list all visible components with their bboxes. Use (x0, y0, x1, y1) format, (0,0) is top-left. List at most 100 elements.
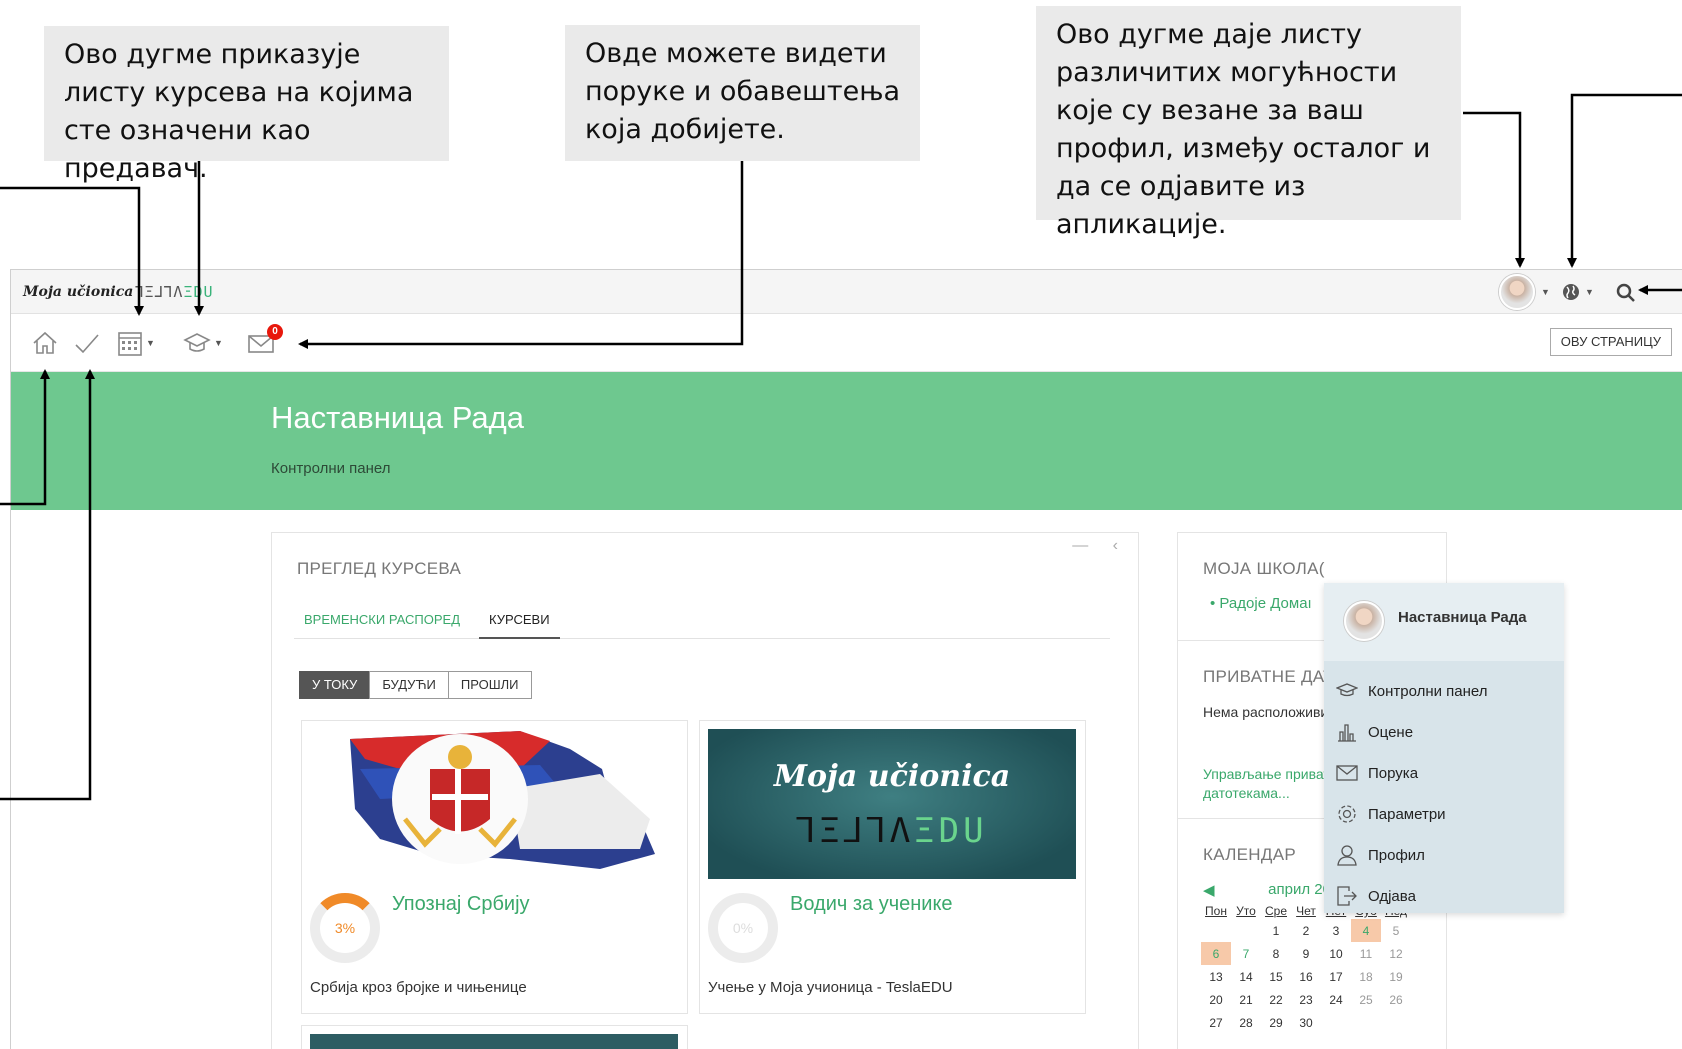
tab-timeline[interactable]: ВРЕМЕНСКИ РАСПОРЕД (294, 601, 470, 639)
calendar-day[interactable]: 24 (1321, 988, 1351, 1011)
course-title[interactable]: Водич за ученике (790, 893, 953, 916)
customize-page-button[interactable]: ОВУ СТРАНИЦУ (1549, 328, 1672, 356)
menu-item-preferences[interactable]: Параметри (1334, 799, 1446, 829)
banner-tesla-text: ꓶΞ⅃ꓶΛ (796, 811, 915, 851)
course-card[interactable] (301, 1025, 688, 1049)
gear-icon (1334, 803, 1360, 825)
calendar-day[interactable]: 15 (1261, 965, 1291, 988)
course-description: Учење у Моја учионица - TeslaEDU (708, 979, 953, 996)
calendar-day[interactable]: 12 (1381, 942, 1411, 965)
logo-moja-text: Moja učionica (23, 284, 134, 300)
page-title: Наставница Рада (271, 400, 524, 435)
search-icon (1616, 283, 1635, 302)
calendar-menu-button[interactable]: ▼ (117, 328, 155, 358)
menu-item-label: Оцене (1368, 723, 1414, 741)
arrow-language-menu (1567, 93, 1682, 268)
menu-item-grades[interactable]: Оцене (1334, 717, 1413, 747)
calendar-day-today[interactable]: 4 (1351, 919, 1381, 942)
calendar-day[interactable]: 2 (1291, 919, 1321, 942)
callout-messages: Овде можете видети поруке и обавештења к… (565, 25, 920, 161)
calendar-day[interactable]: 17 (1321, 965, 1351, 988)
weekday-header: Чет (1296, 904, 1316, 918)
calendar-day[interactable] (1381, 1011, 1411, 1034)
calendar-day[interactable]: 23 (1291, 988, 1321, 1011)
dashboard-check-button[interactable] (73, 328, 101, 358)
school-link[interactable]: • Радоје Домаı (1210, 595, 1312, 612)
banner-text: Moja učionica (773, 759, 1011, 794)
course-card[interactable]: Moja učionica ꓶΞ⅃ꓶΛΞDU 0% Водич за учени… (699, 720, 1086, 1014)
user-icon (1334, 844, 1360, 866)
calendar-day[interactable]: 10 (1321, 942, 1351, 965)
language-menu-toggle[interactable]: ▼ (1561, 282, 1594, 302)
course-overview-block: — ‹ ПРЕГЛЕД КУРСЕВА ВРЕМЕНСКИ РАСПОРЕД К… (271, 532, 1139, 1049)
calendar-day[interactable]: 21 (1231, 988, 1261, 1011)
my-courses-menu-button[interactable]: ▼ (183, 328, 223, 358)
calendar-day[interactable]: 16 (1291, 965, 1321, 988)
site-logo[interactable]: Moja učionica ꓶΞ⅃ꓶΛ ΞDU (23, 280, 214, 304)
calendar-day[interactable]: 22 (1261, 988, 1291, 1011)
calendar-day[interactable] (1351, 1011, 1381, 1034)
course-card[interactable]: 3% Упознај Србију Србија кроз бројке и ч… (301, 720, 688, 1014)
user-menu-toggle[interactable]: ▼ (1499, 274, 1550, 310)
calendar-day-event[interactable]: 6 (1201, 942, 1231, 965)
callout-profile-menu: Ово дугме даје листу различитих могућнос… (1036, 6, 1461, 240)
calendar-day[interactable] (1231, 919, 1261, 942)
breadcrumb[interactable]: Контролни панел (271, 460, 391, 477)
calendar-day[interactable]: 30 (1291, 1011, 1321, 1034)
tab-courses[interactable]: КУРСЕВИ (479, 601, 560, 639)
chevron-down-icon: ▼ (1541, 287, 1550, 297)
search-button[interactable] (1615, 282, 1637, 309)
envelope-icon (1334, 765, 1360, 781)
course-image-tesla: Moja učionica ꓶΞ⅃ꓶΛΞDU (708, 729, 1076, 879)
menu-item-messages[interactable]: Порука (1334, 758, 1418, 788)
calendar-day[interactable]: 29 (1261, 1011, 1291, 1034)
nav-bar: ▼ ▼ 0 ОВУ СТРАНИЦУ (11, 314, 1682, 372)
top-bar: Moja učionica ꓶΞ⅃ꓶΛ ΞDU ▼ ▼ (11, 270, 1682, 314)
user-name: Наставница Рада (1398, 609, 1527, 626)
prev-month-icon[interactable]: ◀ (1203, 881, 1215, 899)
course-image (310, 1034, 678, 1049)
user-dropdown-menu: Наставница Рада Контролни панел Оцене По… (1324, 583, 1564, 913)
calendar-day[interactable] (1201, 919, 1231, 942)
calendar-day[interactable]: 26 (1381, 988, 1411, 1011)
calendar-day[interactable]: 3 (1321, 919, 1351, 942)
filter-in-progress-button[interactable]: У ТОКУ (299, 671, 371, 699)
calendar-day[interactable]: 1 (1261, 919, 1291, 942)
calendar-day[interactable]: 14 (1231, 965, 1261, 988)
filter-past-button[interactable]: ПРОШЛИ (447, 671, 532, 699)
menu-item-logout[interactable]: Одјава (1334, 881, 1416, 911)
calendar-day[interactable]: 9 (1291, 942, 1321, 965)
calendar-grid: Пон Уто Сре Чет Пет Суб Нед 1 2 3 4 5 6 … (1201, 903, 1411, 1034)
filter-future-button[interactable]: БУДУЋИ (369, 671, 449, 699)
calendar-day[interactable]: 8 (1261, 942, 1291, 965)
calendar-day[interactable]: 5 (1381, 919, 1411, 942)
calendar-day[interactable]: 25 (1351, 988, 1381, 1011)
user-menu-header[interactable]: Наставница Рада (1324, 583, 1564, 661)
menu-item-profile[interactable]: Профил (1334, 840, 1425, 870)
calendar-day[interactable]: 13 (1201, 965, 1231, 988)
home-button[interactable] (31, 328, 59, 358)
calendar-day[interactable]: 20 (1201, 988, 1231, 1011)
calendar-day[interactable] (1321, 1011, 1351, 1034)
block-title: ПРЕГЛЕД КУРСЕВА (297, 559, 462, 578)
messages-button[interactable]: 0 (247, 324, 283, 358)
course-filter-group: У ТОКУ БУДУЋИ ПРОШЛИ (299, 671, 532, 699)
message-count-badge: 0 (267, 324, 283, 340)
menu-item-label: Контролни панел (1368, 682, 1488, 700)
calendar-day[interactable]: 11 (1351, 942, 1381, 965)
menu-item-dashboard[interactable]: Контролни панел (1334, 676, 1488, 706)
logout-icon (1334, 885, 1360, 907)
globe-icon (1563, 284, 1579, 300)
calendar-day[interactable]: 19 (1381, 965, 1411, 988)
calendar-day[interactable]: 28 (1231, 1011, 1261, 1034)
course-title[interactable]: Упознај Србију (392, 893, 530, 916)
avatar (1344, 601, 1384, 641)
calendar-day[interactable]: 18 (1351, 965, 1381, 988)
banner-edu-text: ΞDU (914, 811, 988, 851)
calendar-day[interactable]: 7 (1231, 942, 1261, 965)
menu-item-label: Параметри (1368, 805, 1446, 823)
menu-item-label: Одјава (1368, 887, 1416, 905)
chevron-down-icon: ▼ (214, 338, 223, 348)
calendar-day[interactable]: 27 (1201, 1011, 1231, 1034)
block-controls[interactable]: — ‹ (1072, 537, 1128, 555)
